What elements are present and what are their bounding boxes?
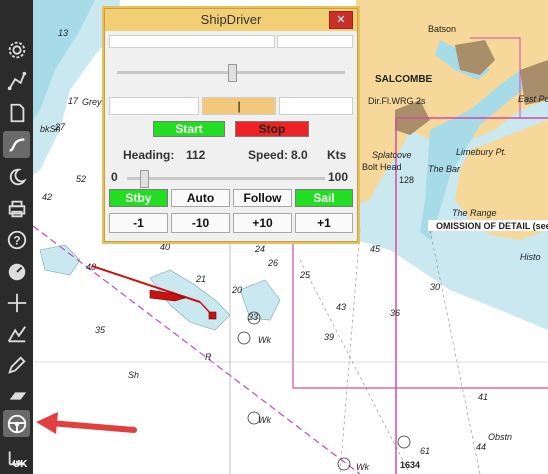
heading-minus-1-button[interactable]: -1 bbox=[109, 213, 168, 233]
moon-icon[interactable] bbox=[3, 163, 30, 190]
dashboard-icon[interactable] bbox=[3, 258, 30, 285]
crosshair-icon[interactable] bbox=[3, 289, 30, 316]
speed-label: Speed: bbox=[248, 148, 289, 162]
gear-icon[interactable] bbox=[3, 36, 30, 63]
chart-place-the-bar: The Bar bbox=[428, 164, 461, 174]
chart-sounding: 128 bbox=[399, 175, 414, 185]
shipdriver-dialog: ShipDriver ✕ | Start Stop Heading: 112 S… bbox=[104, 8, 358, 242]
heading-label: Heading: bbox=[123, 148, 175, 162]
chart-sounding: 43 bbox=[336, 302, 346, 312]
stby-button[interactable]: Stby bbox=[109, 189, 168, 207]
auto-button[interactable]: Auto bbox=[171, 189, 230, 207]
speed-slider-max: 100 bbox=[328, 170, 349, 184]
heading-value: 112 bbox=[186, 148, 206, 162]
chart-sounding: 21 bbox=[195, 274, 206, 284]
speed-slider-min: 0 bbox=[111, 170, 118, 184]
chart-label-bksh: bkSh bbox=[40, 124, 61, 134]
start-button[interactable]: Start bbox=[153, 121, 225, 137]
rudder-indicator: | bbox=[202, 97, 276, 115]
document-icon[interactable] bbox=[3, 99, 30, 126]
chart-light-label: Dir.Fl.WRG 2s bbox=[368, 96, 426, 106]
chart-sounding: 39 bbox=[324, 332, 334, 342]
status-field-left bbox=[109, 35, 275, 48]
chart-label-greys: Greys bbox=[82, 97, 107, 107]
route-icon[interactable] bbox=[3, 67, 30, 94]
chart-place-splatcove: Splatcove bbox=[372, 150, 412, 160]
chart-sounding: 25 bbox=[299, 270, 311, 280]
heading-plus-1-button[interactable]: +1 bbox=[295, 213, 353, 233]
close-button[interactable]: ✕ bbox=[329, 11, 353, 29]
chart-label-obstn: Obstn bbox=[488, 432, 512, 442]
chart-place-limebury: Limebury Pt. bbox=[456, 147, 507, 157]
dialog-title: ShipDriver bbox=[200, 12, 262, 27]
chart-place-the-range: The Range bbox=[452, 208, 497, 218]
chart-label-wreck: Wk bbox=[356, 462, 369, 472]
heading-plus-10-button[interactable]: +10 bbox=[233, 213, 292, 233]
pencil-icon[interactable] bbox=[3, 351, 30, 378]
chart-label-sand: Sh bbox=[128, 370, 139, 380]
tracks-icon[interactable] bbox=[3, 131, 30, 158]
chart-sounding: 17 bbox=[68, 96, 79, 106]
chart-label-rock: R bbox=[205, 352, 212, 362]
dialog-titlebar[interactable]: ShipDriver ✕ bbox=[105, 9, 357, 31]
chart-sounding: 40 bbox=[160, 242, 170, 252]
chart-sounding: 45 bbox=[370, 244, 381, 254]
speed-slider-track[interactable] bbox=[127, 177, 325, 180]
chart-sounding: 35 bbox=[95, 325, 106, 335]
chart-place-east-portlemouth: East Portlem bbox=[518, 94, 548, 104]
rudder-starboard-field bbox=[279, 97, 353, 115]
sail-button[interactable]: Sail bbox=[295, 189, 353, 207]
chart-place-batson: Batson bbox=[428, 24, 456, 34]
heading-minus-10-button[interactable]: -10 bbox=[171, 213, 230, 233]
chart-omission-label: OMISSION OF DETAIL (see bbox=[436, 221, 548, 231]
chart-sounding: 61 bbox=[420, 446, 430, 456]
stop-button[interactable]: Stop bbox=[235, 121, 309, 137]
chart-sounding: 36 bbox=[390, 308, 400, 318]
help-icon[interactable]: ? bbox=[3, 226, 30, 253]
chart-sounding: 13 bbox=[58, 28, 68, 38]
layers-icon[interactable] bbox=[3, 382, 30, 409]
chart-sounding: 20 bbox=[231, 285, 242, 295]
chart-place-salcombe: SALCOMBE bbox=[375, 74, 433, 85]
chart-sounding: 41 bbox=[478, 392, 488, 402]
chart-label-histo: Histo bbox=[520, 252, 541, 262]
speed-value: 8.0 bbox=[291, 148, 308, 162]
chart-sounding: 30 bbox=[430, 282, 440, 292]
speed-unit: Kts bbox=[327, 148, 347, 162]
chart-sounding: 24 bbox=[254, 244, 265, 254]
chart-sounding: 42 bbox=[42, 192, 52, 202]
ship-waypoint bbox=[208, 311, 217, 320]
rudder-slider-thumb[interactable] bbox=[228, 64, 237, 82]
follow-button[interactable]: Follow bbox=[233, 189, 292, 207]
chart-label-wreck: Wk bbox=[258, 335, 271, 345]
chart-place-bolt-head: Bolt Head bbox=[362, 162, 402, 172]
steering-wheel-icon[interactable] bbox=[3, 410, 30, 437]
speed-slider-thumb[interactable] bbox=[139, 170, 149, 188]
status-field-right bbox=[277, 35, 353, 48]
chart-sounding: 26 bbox=[267, 258, 278, 268]
left-toolbar: ? UK bbox=[0, 0, 33, 474]
svg-text:?: ? bbox=[13, 233, 20, 247]
print-icon[interactable] bbox=[3, 195, 30, 222]
chart-tools-icon[interactable] bbox=[3, 320, 30, 347]
region-label: UK bbox=[13, 459, 28, 470]
chart-sounding: 52 bbox=[76, 174, 86, 184]
rudder-port-field bbox=[109, 97, 199, 115]
chart-sounding: 44 bbox=[476, 442, 486, 452]
chart-sheet-number: 1634 bbox=[400, 460, 420, 470]
